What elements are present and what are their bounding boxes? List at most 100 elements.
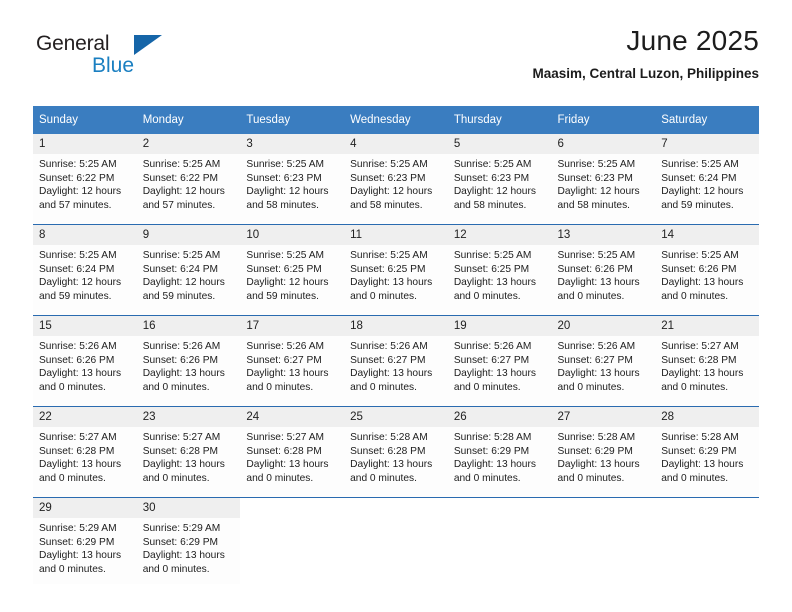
- calendar-day-cell[interactable]: 7 Sunrise: 5:25 AM Sunset: 6:24 PM Daylight…: [655, 134, 759, 225]
- calendar-day-cell[interactable]: 29 Sunrise: 5:29 AM Sunset: 6:29 PM Dayligh…: [33, 497, 137, 584]
- calendar-day-cell[interactable]: 11 Sunrise: 5:25 AM Sunset: 6:25 PM Dayligh…: [344, 224, 448, 316]
- calendar-day-cell[interactable]: 18 Sunrise: 5:26 AM Sunset: 6:27 PM Dayligh…: [344, 315, 448, 407]
- calendar-day-cell[interactable]: 20 Sunrise: 5:26 AM Sunset: 6:27 PM Dayligh…: [551, 315, 656, 407]
- calendar-day-cell[interactable]: 23 Sunrise: 5:27 AM Sunset: 6:28 PM Dayligh…: [136, 406, 241, 498]
- calendar-day-cell[interactable]: 25 Sunrise: 5:28 AM Sunset: 6:28 PM Dayligh…: [344, 406, 448, 498]
- calendar-day-cell[interactable]: 28 Sunrise: 5:28 AM Sunset: 6:29 PM Dayligh…: [655, 406, 759, 498]
- sunset-text: Sunset: 6:27 PM: [350, 354, 426, 366]
- calendar-day-cell[interactable]: 17 Sunrise: 5:26 AM Sunset: 6:27 PM Dayligh…: [240, 315, 345, 407]
- day-number: 17: [240, 316, 345, 336]
- calendar-day-cell-empty: [240, 497, 345, 584]
- brand-logo[interactable]: General Blue: [36, 32, 246, 90]
- daylight-text: Daylight: 12 hours and 57 minutes.: [142, 186, 225, 211]
- calendar-day-cell[interactable]: 21 Sunrise: 5:27 AM Sunset: 6:28 PM Dayligh…: [655, 315, 759, 407]
- location-subtitle: Maasim, Central Luzon, Philippines: [532, 66, 759, 81]
- day-number: 8: [33, 225, 137, 245]
- calendar-day-cell[interactable]: 16 Sunrise: 5:26 AM Sunset: 6:26 PM Dayligh…: [136, 315, 241, 407]
- sunrise-text: Sunrise: 5:26 AM: [142, 341, 221, 352]
- day-details: Sunrise: 5:28 AM Sunset: 6:29 PM Daylight:…: [655, 427, 759, 485]
- triangle-logo-icon: [134, 35, 162, 55]
- day-number: 2: [136, 134, 241, 154]
- day-details: Sunrise: 5:27 AM Sunset: 6:28 PM Daylight:…: [137, 427, 241, 485]
- day-details: Sunrise: 5:25 AM Sunset: 6:24 PM Daylight:…: [655, 154, 759, 212]
- daylight-text: Daylight: 12 hours and 57 minutes.: [39, 186, 122, 211]
- calendar-day-cell[interactable]: 4 Sunrise: 5:25 AM Sunset: 6:23 PM Daylight…: [344, 134, 448, 225]
- calendar-day-cell-empty: [344, 497, 448, 584]
- daylight-text: Daylight: 13 hours and 0 minutes.: [39, 550, 122, 575]
- day-number: 6: [551, 134, 656, 154]
- day-number: 15: [33, 316, 137, 336]
- daylight-text: Daylight: 12 hours and 59 minutes.: [661, 186, 744, 211]
- day-number: 1: [33, 134, 137, 154]
- calendar-page: General Blue June 2025 Maasim, Central L…: [0, 0, 792, 612]
- daylight-text: Daylight: 12 hours and 59 minutes.: [142, 277, 225, 302]
- day-number: 20: [551, 316, 656, 336]
- day-details: Sunrise: 5:26 AM Sunset: 6:27 PM Daylight:…: [240, 336, 344, 394]
- day-number: 26: [447, 407, 552, 427]
- page-header: General Blue June 2025 Maasim, Central L…: [33, 24, 759, 100]
- day-number: 10: [240, 225, 345, 245]
- sunrise-text: Sunrise: 5:25 AM: [350, 250, 428, 261]
- calendar-week-row: 22 Sunrise: 5:27 AM Sunset: 6:28 PM Dayligh…: [33, 406, 759, 498]
- day-number: 24: [240, 407, 345, 427]
- sunset-text: Sunset: 6:26 PM: [557, 263, 633, 275]
- daylight-text: Daylight: 12 hours and 59 minutes.: [246, 277, 329, 302]
- weekday-header-friday: Friday: [551, 106, 656, 134]
- calendar-day-cell[interactable]: 27 Sunrise: 5:28 AM Sunset: 6:29 PM Dayligh…: [551, 406, 656, 498]
- calendar-day-cell[interactable]: 8 Sunrise: 5:25 AM Sunset: 6:24 PM Daylight…: [33, 224, 137, 316]
- calendar-week-row: 8 Sunrise: 5:25 AM Sunset: 6:24 PM Daylight…: [33, 224, 759, 316]
- day-number: 5: [447, 134, 552, 154]
- calendar-day-cell[interactable]: 24 Sunrise: 5:27 AM Sunset: 6:28 PM Dayligh…: [240, 406, 345, 498]
- calendar-day-cell[interactable]: 22 Sunrise: 5:27 AM Sunset: 6:28 PM Dayligh…: [33, 406, 137, 498]
- sunset-text: Sunset: 6:24 PM: [39, 263, 115, 275]
- calendar-day-cell[interactable]: 30 Sunrise: 5:29 AM Sunset: 6:29 PM Dayligh…: [136, 497, 241, 584]
- calendar-day-cell[interactable]: 26 Sunrise: 5:28 AM Sunset: 6:29 PM Dayligh…: [447, 406, 552, 498]
- sunrise-text: Sunrise: 5:27 AM: [39, 432, 117, 443]
- calendar-day-cell[interactable]: 3 Sunrise: 5:25 AM Sunset: 6:23 PM Daylight…: [240, 134, 345, 225]
- sunset-text: Sunset: 6:26 PM: [661, 263, 737, 275]
- day-number: [448, 498, 552, 518]
- daylight-text: Daylight: 12 hours and 58 minutes.: [246, 186, 329, 211]
- sunrise-text: Sunrise: 5:27 AM: [661, 341, 739, 352]
- day-number: 30: [136, 498, 241, 518]
- calendar-day-cell[interactable]: 13 Sunrise: 5:25 AM Sunset: 6:26 PM Dayligh…: [551, 224, 656, 316]
- sunset-text: Sunset: 6:28 PM: [142, 445, 219, 457]
- sunrise-text: Sunrise: 5:25 AM: [246, 250, 324, 261]
- day-details: Sunrise: 5:25 AM Sunset: 6:24 PM Daylight:…: [33, 245, 137, 303]
- calendar-day-cell[interactable]: 12 Sunrise: 5:25 AM Sunset: 6:25 PM Dayligh…: [447, 224, 552, 316]
- calendar-week-row: 15 Sunrise: 5:26 AM Sunset: 6:26 PM Dayligh…: [33, 315, 759, 407]
- calendar-day-cell[interactable]: 5 Sunrise: 5:25 AM Sunset: 6:23 PM Daylight…: [447, 134, 552, 225]
- day-details: Sunrise: 5:26 AM Sunset: 6:27 PM Daylight:…: [448, 336, 552, 394]
- sunset-text: Sunset: 6:28 PM: [39, 445, 115, 457]
- sunset-text: Sunset: 6:27 PM: [453, 354, 530, 366]
- weekday-header-wednesday: Wednesday: [344, 106, 448, 134]
- sunrise-text: Sunrise: 5:25 AM: [350, 159, 428, 170]
- calendar-day-cell[interactable]: 1 Sunrise: 5:25 AM Sunset: 6:22 PM Daylight…: [33, 134, 137, 225]
- daylight-text: Daylight: 13 hours and 0 minutes.: [453, 459, 536, 484]
- daylight-text: Daylight: 13 hours and 0 minutes.: [39, 368, 122, 393]
- sunset-text: Sunset: 6:29 PM: [142, 536, 219, 548]
- day-number: [552, 498, 656, 518]
- calendar-day-cell[interactable]: 2 Sunrise: 5:25 AM Sunset: 6:22 PM Daylight…: [136, 134, 241, 225]
- day-number: 23: [136, 407, 241, 427]
- calendar-day-cell[interactable]: 6 Sunrise: 5:25 AM Sunset: 6:23 PM Daylight…: [551, 134, 656, 225]
- day-details: Sunrise: 5:25 AM Sunset: 6:23 PM Daylight:…: [448, 154, 552, 212]
- sunset-text: Sunset: 6:28 PM: [246, 445, 322, 457]
- daylight-text: Daylight: 13 hours and 0 minutes.: [661, 277, 744, 302]
- sunrise-text: Sunrise: 5:25 AM: [39, 250, 117, 261]
- day-details: Sunrise: 5:28 AM Sunset: 6:29 PM Daylight:…: [448, 427, 552, 485]
- calendar-day-cell[interactable]: 14 Sunrise: 5:25 AM Sunset: 6:26 PM Dayligh…: [655, 224, 759, 316]
- calendar-day-cell[interactable]: 9 Sunrise: 5:25 AM Sunset: 6:24 PM Daylight…: [136, 224, 241, 316]
- calendar-day-cell[interactable]: 19 Sunrise: 5:26 AM Sunset: 6:27 PM Dayligh…: [447, 315, 552, 407]
- weekday-header-row: Sunday Monday Tuesday Wednesday Thursday…: [33, 106, 759, 134]
- weekday-header-tuesday: Tuesday: [240, 106, 345, 134]
- day-number: 29: [33, 498, 137, 518]
- calendar-day-cell-empty: [655, 497, 759, 584]
- day-number: 21: [655, 316, 759, 336]
- day-details: Sunrise: 5:26 AM Sunset: 6:26 PM Daylight:…: [137, 336, 241, 394]
- calendar-day-cell[interactable]: 15 Sunrise: 5:26 AM Sunset: 6:26 PM Dayligh…: [33, 315, 137, 407]
- day-number: 19: [447, 316, 552, 336]
- daylight-text: Daylight: 13 hours and 0 minutes.: [142, 368, 225, 393]
- calendar-day-cell-empty: [447, 497, 552, 584]
- calendar-day-cell[interactable]: 10 Sunrise: 5:25 AM Sunset: 6:25 PM Dayligh…: [240, 224, 345, 316]
